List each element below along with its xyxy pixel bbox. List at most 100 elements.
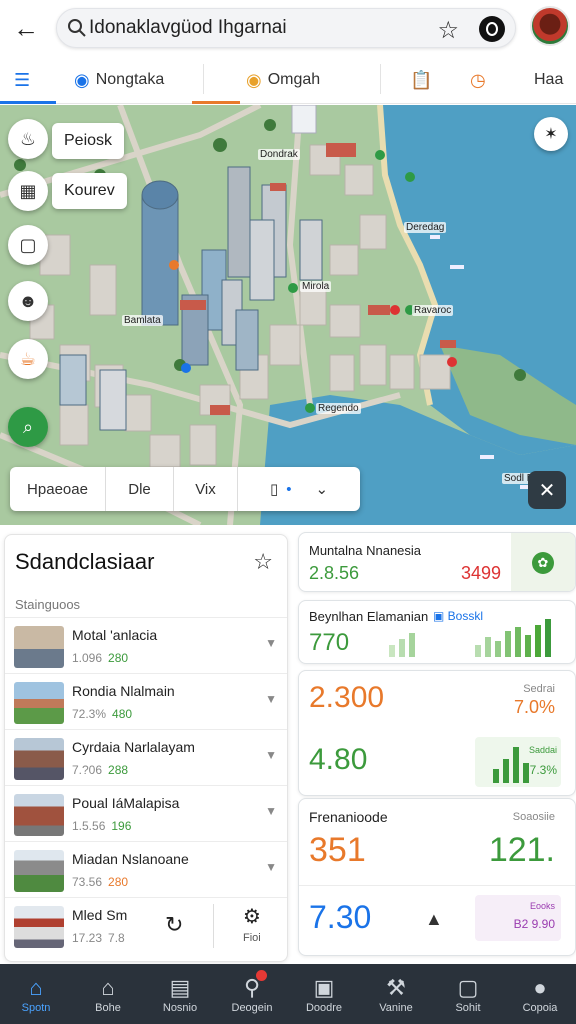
settings-icon[interactable]: ⚙ xyxy=(243,904,261,929)
user-icon[interactable]: ☻ xyxy=(8,281,48,321)
bottom-nav: ⌂ Spotn ⌂ Bohe ▤ Nosnio ⚲ Deogein ▣ Dood… xyxy=(0,964,576,1024)
chevron-down-icon[interactable]: ▼ xyxy=(265,636,277,650)
tab-chart[interactable]: ◷ xyxy=(470,56,492,104)
tab-bar: ☰ ◉ Nongtaka ◉ Omgah 📋 ◷ Haa xyxy=(0,56,576,104)
star-icon[interactable]: ☆ xyxy=(437,16,459,45)
list-item[interactable]: Cyrdaia Narlalayam 7.?06 288 ▼ xyxy=(5,729,287,785)
stats-card-3[interactable]: 2.300 Sedrai 7.0% 4.80 Saddai 7.3% xyxy=(298,670,576,796)
place-stat: 7.?06 xyxy=(72,763,103,777)
nav-nosnio[interactable]: ▤ Nosnio xyxy=(144,964,216,1024)
tab-label: Haa xyxy=(534,71,564,88)
leaf-icon: ✿ xyxy=(532,552,554,574)
document-icon[interactable]: ▢ xyxy=(8,225,48,265)
layers-icon[interactable]: ▦ xyxy=(8,171,48,211)
map-label: Regendo xyxy=(316,403,361,414)
tab-label: Nongtaka xyxy=(95,71,165,88)
map-label: Deredag xyxy=(404,222,447,233)
place-stat: 72.3% xyxy=(72,707,107,721)
house-icon: ⌂ xyxy=(101,975,115,1000)
tab-omgah[interactable]: ◉ Omgah xyxy=(246,56,320,104)
list-item[interactable]: Motal 'anlacia 1.096 280 ▼ xyxy=(5,617,287,673)
filter-option[interactable]: Vix xyxy=(174,467,238,511)
place-meta: 72.3% 480 xyxy=(72,707,132,721)
nav-vanine[interactable]: ⚒ Vanine xyxy=(360,964,432,1024)
list-item[interactable]: Rondia Nlalmain 72.3% 480 ▼ xyxy=(5,673,287,729)
nav-sohit[interactable]: ▢ Sohit xyxy=(432,964,504,1024)
top-bar: ← ☆ xyxy=(0,0,576,56)
place-thumbnail xyxy=(14,850,64,892)
filter-option[interactable]: Dle xyxy=(106,467,174,511)
chart-icon: ◷ xyxy=(470,69,486,90)
tab-haa[interactable]: Haa xyxy=(534,56,563,104)
map-label: Ravaroc xyxy=(412,305,454,316)
nav-deogein[interactable]: ⚲ Deogein xyxy=(216,964,288,1024)
nav-label: Vanine xyxy=(379,1002,413,1014)
nav-home[interactable]: ⌂ Spotn xyxy=(0,964,72,1024)
filter-option[interactable]: Hpaeoae xyxy=(10,467,106,511)
nav-copoia[interactable]: ● Copoia xyxy=(504,964,576,1024)
stats-card-2[interactable]: Beynlhan Elamanian ▣ Bosskl 770 xyxy=(298,600,576,664)
search-input[interactable] xyxy=(89,17,429,39)
location-pin-icon: ◉ xyxy=(74,69,90,90)
mini-label: Saddai xyxy=(528,745,557,755)
list-item[interactable]: Poual IáMalapisa 1.5.56 196 ▼ xyxy=(5,785,287,841)
mini-value: B2 9.90 xyxy=(513,917,555,931)
card-value: 351 xyxy=(309,831,366,869)
card-label: Sedrai xyxy=(523,683,555,695)
tab-list[interactable]: ☰ xyxy=(14,56,36,104)
city-map[interactable]: ♨ Peiosk ▦ Kourev ▢ ☻ ☕ ⌕ ✶ Dondrak Dere… xyxy=(0,105,576,525)
wallet-icon: ▣ xyxy=(313,975,335,1000)
dot-icon: • xyxy=(286,480,292,498)
place-thumbnail xyxy=(14,682,64,724)
chevron-down-icon[interactable]: ▼ xyxy=(265,748,277,762)
device-dropdown[interactable]: ▯ • ⌄ xyxy=(238,467,360,511)
place-value: 196 xyxy=(111,819,132,833)
place-name: Mled Sm xyxy=(72,907,128,923)
chevron-down-icon[interactable]: ▼ xyxy=(265,860,277,874)
place-value: 280 xyxy=(108,875,129,889)
voice-icon[interactable] xyxy=(479,16,505,42)
card-title: Frenanioode xyxy=(309,809,388,825)
map-chip-1[interactable]: Peiosk xyxy=(52,123,125,159)
card-title: Muntalna Nnanesia xyxy=(309,543,422,558)
stats-card-1[interactable]: Muntalna Nnanesia 2.8.56 3499 ✿ xyxy=(298,532,576,592)
chevron-down-icon[interactable]: ▼ xyxy=(265,804,277,818)
places-panel: Sdandclasiaar ☆ Stainguoos Motal 'anlaci… xyxy=(4,534,288,962)
food-icon[interactable]: ☕ xyxy=(8,339,48,379)
place-meta: 7.?06 288 xyxy=(72,763,128,777)
mini-chart: Eooks B2 9.90 xyxy=(475,895,561,941)
nav-bohe[interactable]: ⌂ Bohe xyxy=(72,964,144,1024)
nav-doodre[interactable]: ▣ Doodre xyxy=(288,964,360,1024)
place-meta: 73.56 280 xyxy=(72,875,128,889)
compass-icon[interactable]: ✶ xyxy=(534,117,568,151)
mini-percent: 7.3% xyxy=(529,763,557,777)
avatar[interactable] xyxy=(530,6,570,46)
chart-mini-icon[interactable]: ▲ xyxy=(425,909,443,930)
search-area-icon[interactable]: ⌕ xyxy=(8,407,48,447)
explore-icon[interactable]: ♨ xyxy=(8,119,48,159)
close-icon[interactable]: ✕ xyxy=(528,471,566,509)
panel-title: Sdandclasiaar xyxy=(15,549,155,574)
place-meta: 1.5.56 196 xyxy=(72,819,131,833)
map-chip-2[interactable]: Kourev xyxy=(52,173,127,209)
chevron-down-icon[interactable]: ▼ xyxy=(265,692,277,706)
place-name: Motal 'anlacia xyxy=(72,627,158,643)
favorite-icon[interactable]: ☆ xyxy=(253,549,273,575)
map-book-icon: ▤ xyxy=(169,975,191,1000)
settings-label: Fioi xyxy=(243,932,261,944)
card-value: 121. xyxy=(488,831,555,869)
tab-nongtaka[interactable]: ◉ Nongtaka xyxy=(74,56,164,104)
place-stat: 17.23 xyxy=(72,931,103,945)
list-item[interactable]: Miadan Nslanoane 73.56 280 ▼ xyxy=(5,841,287,897)
place-value: 480 xyxy=(112,707,133,721)
place-thumbnail xyxy=(14,794,64,836)
route-icon[interactable]: ↻ xyxy=(165,912,183,938)
tab-clipboard[interactable]: 📋 xyxy=(410,56,438,104)
stats-card-4[interactable]: Frenanioode Soaosiie 351 121. 7.30 ▲ Eoo… xyxy=(298,798,576,956)
card-value-big: 2.300 xyxy=(309,681,385,714)
list-item[interactable]: Mled Sm 17.23 7.8 ↻ ⚙ Fioi xyxy=(5,897,287,953)
back-arrow-icon[interactable]: ← xyxy=(6,8,46,48)
search-bar[interactable]: ☆ xyxy=(56,8,516,48)
nav-label: Spotn xyxy=(21,1002,51,1014)
map-canvas xyxy=(0,105,576,525)
